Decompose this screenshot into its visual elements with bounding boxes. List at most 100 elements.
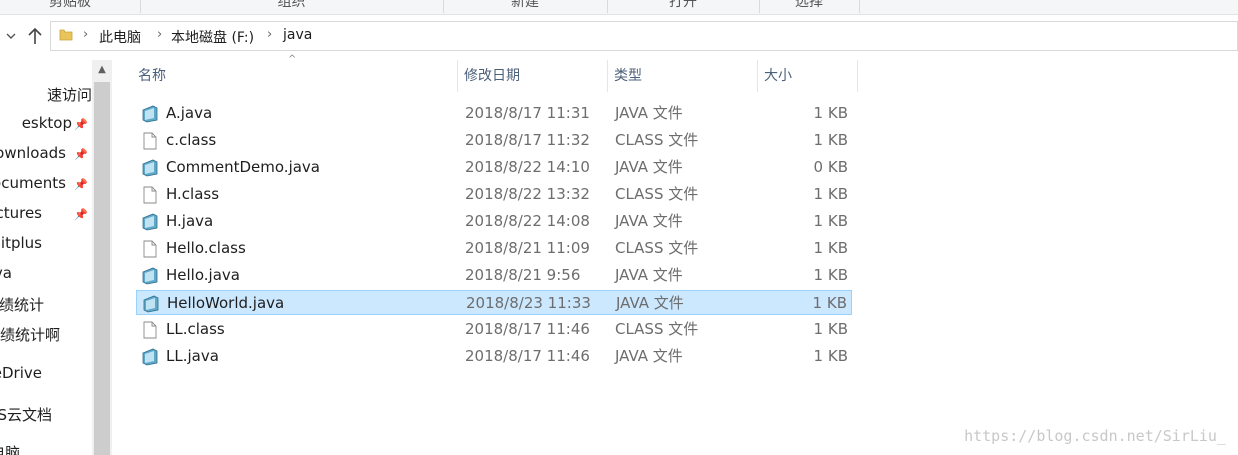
java-file-icon [143, 295, 159, 313]
pin-icon[interactable]: 📌 [74, 118, 88, 131]
file-row[interactable]: H.class 2018/8/22 13:32 CLASS 文件 1 KB [136, 182, 852, 207]
file-date: 2018/8/17 11:46 [465, 347, 590, 365]
recent-locations-chevron-icon[interactable] [2, 25, 20, 47]
nav-item-label: ocuments [0, 174, 66, 192]
file-size: 1 KB [812, 294, 847, 312]
file-date: 2018/8/17 11:46 [465, 320, 590, 338]
file-size: 0 KB [813, 158, 848, 176]
up-arrow-icon[interactable] [26, 25, 44, 47]
file-row[interactable]: c.class 2018/8/17 11:32 CLASS 文件 1 KB [136, 128, 852, 153]
ribbon-group-new: 新建 [443, 0, 608, 13]
nav-item-onedrive[interactable]: eDrive [0, 364, 42, 388]
file-name: Hello.java [166, 266, 240, 284]
file-size: 1 KB [813, 104, 848, 122]
nav-item-label: litplus [0, 234, 42, 252]
nav-item-desktop[interactable]: esktop [22, 114, 72, 138]
nav-item-label: 绩统计啊 [0, 326, 60, 344]
navigation-pane-scrollbar[interactable]: ▲ [92, 60, 112, 455]
navigation-bar: › 此电脑 › 本地磁盘 (F:) › java [0, 17, 1238, 55]
ribbon-group-labels: 剪贴板 组织 新建 打开 选择 [0, 0, 1238, 15]
nav-item-stats-2[interactable]: 绩统计啊 [0, 324, 60, 348]
file-date: 2018/8/17 11:31 [465, 104, 590, 122]
file-size: 1 KB [813, 320, 848, 338]
java-file-icon [142, 267, 158, 285]
address-bar[interactable]: › 此电脑 › 本地磁盘 (F:) › java [50, 21, 1238, 51]
breadcrumb-local-disk[interactable]: 本地磁盘 (F:) [171, 27, 254, 47]
pin-icon[interactable]: 📌 [74, 178, 88, 191]
java-file-icon [142, 348, 158, 366]
nav-item-downloads[interactable]: ownloads [0, 144, 66, 168]
nav-item-label: eDrive [0, 364, 42, 382]
file-type: JAVA 文件 [615, 104, 683, 122]
column-header-name[interactable]: 名称 [132, 60, 458, 92]
file-type: JAVA 文件 [615, 266, 683, 284]
pin-icon[interactable]: 📌 [74, 208, 88, 221]
file-type: JAVA 文件 [616, 294, 684, 312]
file-size: 1 KB [813, 131, 848, 149]
file-row[interactable]: LL.class 2018/8/17 11:46 CLASS 文件 1 KB [136, 317, 852, 342]
file-type: CLASS 文件 [615, 239, 699, 257]
column-header-size[interactable]: 大小 [758, 60, 858, 92]
class-file-icon [143, 186, 157, 204]
column-header-type[interactable]: 类型 [608, 60, 758, 92]
file-size: 1 KB [813, 239, 848, 257]
ribbon-group-clipboard: 剪贴板 [0, 0, 141, 13]
nav-item-label: 速访问 [46, 86, 92, 104]
nav-item-label: ctures [0, 204, 42, 222]
file-size: 1 KB [813, 266, 848, 284]
ribbon-group-organize: 组织 [140, 0, 444, 13]
ribbon-group-open: 打开 [607, 0, 760, 13]
class-file-icon [143, 321, 157, 339]
file-type: CLASS 文件 [615, 131, 699, 149]
file-date: 2018/8/23 11:33 [466, 294, 591, 312]
java-file-icon [142, 105, 158, 123]
file-date: 2018/8/17 11:32 [465, 131, 590, 149]
file-date: 2018/8/22 14:10 [465, 158, 590, 176]
nav-item-cloud-docs[interactable]: S云文档 [0, 404, 52, 428]
file-row[interactable]: Hello.java 2018/8/21 9:56 JAVA 文件 1 KB [136, 263, 852, 288]
breadcrumb-separator-icon: › [157, 27, 163, 42]
nav-item-label: esktop [21, 114, 72, 132]
file-name: H.java [166, 212, 214, 230]
file-row[interactable]: HelloWorld.java 2018/8/23 11:33 JAVA 文件 1 K… [136, 290, 852, 315]
breadcrumb-separator-icon: › [267, 27, 273, 42]
file-name: LL.class [166, 320, 225, 338]
file-row[interactable]: Hello.class 2018/8/21 11:09 CLASS 文件 1 KB [136, 236, 852, 261]
nav-item-this-pc[interactable]: 电脑 [0, 442, 20, 455]
nav-item-label: 绩统计 [0, 296, 44, 314]
nav-item-editplus[interactable]: litplus [0, 234, 42, 258]
scrollbar-thumb[interactable] [94, 82, 110, 455]
file-name: Hello.class [166, 239, 246, 257]
breadcrumb-separator-icon: › [83, 27, 89, 42]
scroll-up-arrow-icon[interactable]: ▲ [92, 60, 112, 80]
file-row[interactable]: LL.java 2018/8/17 11:46 JAVA 文件 1 KB [136, 344, 852, 369]
file-row[interactable]: A.java 2018/8/17 11:31 JAVA 文件 1 KB [136, 101, 852, 126]
breadcrumb-java[interactable]: java [283, 27, 312, 43]
nav-item-label: ownloads [0, 144, 66, 162]
file-date: 2018/8/22 13:32 [465, 185, 590, 203]
file-name: H.class [166, 185, 220, 203]
file-name: A.java [166, 104, 213, 122]
nav-item-label: S云文档 [0, 406, 52, 424]
pin-icon[interactable]: 📌 [74, 148, 88, 161]
file-row[interactable]: H.java 2018/8/22 14:08 JAVA 文件 1 KB [136, 209, 852, 234]
file-name: HelloWorld.java [167, 294, 285, 312]
nav-item-pictures[interactable]: ctures [0, 204, 42, 228]
file-type: CLASS 文件 [615, 320, 699, 338]
file-name: LL.java [166, 347, 219, 365]
file-date: 2018/8/22 14:08 [465, 212, 590, 230]
nav-item-java[interactable]: va [0, 264, 12, 288]
nav-item-quick-access[interactable]: 速访问 [47, 84, 92, 108]
nav-item-documents[interactable]: ocuments [0, 174, 66, 198]
ribbon-group-select: 选择 [759, 0, 860, 13]
file-type: CLASS 文件 [615, 185, 699, 203]
breadcrumb-this-pc[interactable]: 此电脑 [99, 27, 141, 47]
file-type: JAVA 文件 [615, 347, 683, 365]
file-row[interactable]: CommentDemo.java 2018/8/22 14:10 JAVA 文件 0 … [136, 155, 852, 180]
column-header-date[interactable]: 修改日期 [458, 60, 608, 92]
file-type: JAVA 文件 [615, 158, 683, 176]
class-file-icon [143, 132, 157, 150]
file-date: 2018/8/21 11:09 [465, 239, 590, 257]
nav-item-stats[interactable]: 绩统计 [0, 294, 44, 318]
watermark-text: https://blog.csdn.net/SirLiu_ [964, 427, 1226, 445]
